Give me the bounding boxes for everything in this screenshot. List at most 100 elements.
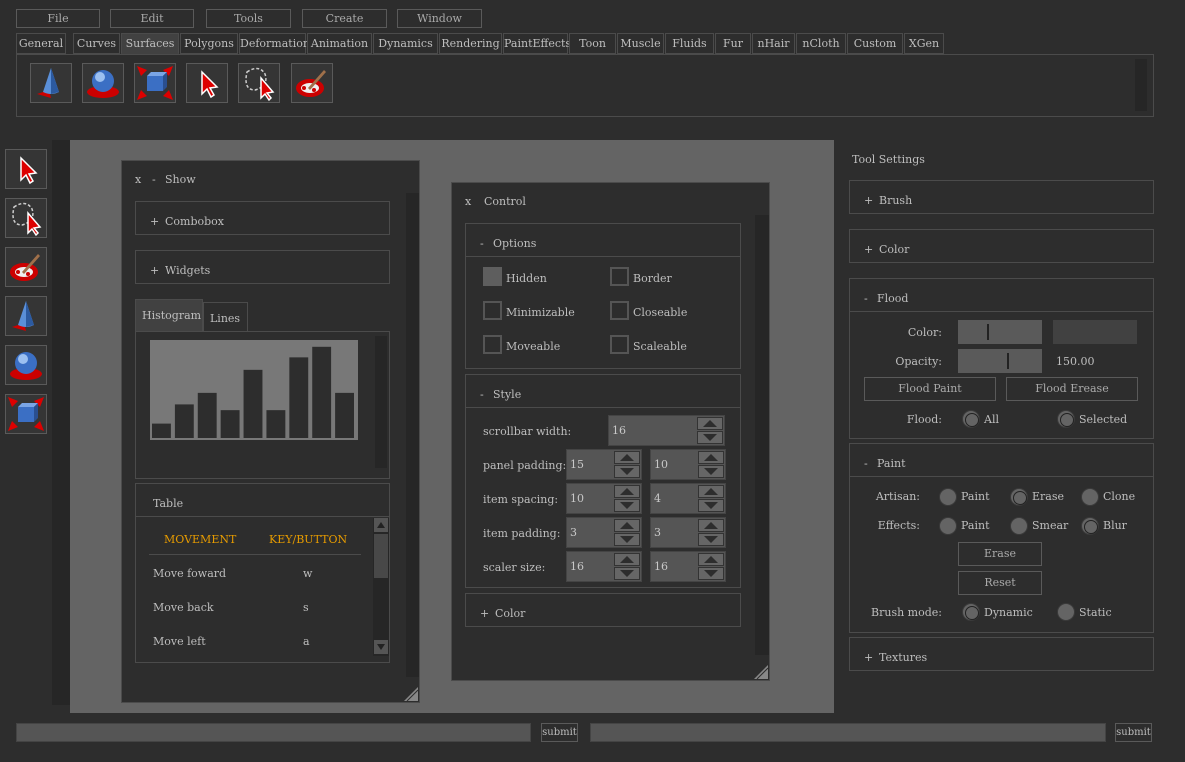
erase-button[interactable]: Erase (958, 542, 1042, 566)
slider-knob[interactable] (1007, 353, 1009, 369)
scroll-down-icon[interactable] (374, 640, 388, 654)
resize-grip-icon[interactable] (404, 687, 418, 701)
show-minimize-button[interactable]: - (152, 173, 156, 186)
panel-padding-x-field[interactable]: 15 (566, 449, 642, 480)
lasso-select-icon[interactable] (5, 198, 47, 238)
stepper-down-icon[interactable] (698, 533, 724, 546)
tab-surfaces[interactable]: Surfaces (121, 33, 179, 54)
flood-paint-button[interactable]: Flood Paint (864, 377, 996, 401)
tab-animation[interactable]: Animation (307, 33, 372, 54)
scroll-up-icon[interactable] (374, 518, 388, 532)
panel-padding-y-field[interactable]: 10 (650, 449, 726, 480)
stepper-down-icon[interactable] (614, 533, 640, 546)
item-spacing-y-stepper[interactable] (698, 484, 724, 513)
combobox-section[interactable]: + Combobox (135, 201, 390, 235)
control-color-toggle[interactable]: + (480, 607, 489, 620)
brush-section[interactable]: + Brush (849, 180, 1154, 214)
item-padding-x-field[interactable]: 3 (566, 517, 642, 548)
flood-color-slider[interactable] (958, 320, 1042, 344)
stepper-down-icon[interactable] (614, 567, 640, 580)
flood-all-radio[interactable] (962, 410, 980, 428)
tab-general[interactable]: General (16, 33, 66, 54)
color-toggle[interactable]: + (864, 243, 873, 256)
item-spacing-x-field[interactable]: 10 (566, 483, 642, 514)
minimizable-checkbox[interactable] (483, 301, 502, 320)
show-scrollbar[interactable] (406, 193, 419, 677)
tab-fluids[interactable]: Fluids (665, 33, 714, 54)
combobox-toggle[interactable]: + (150, 215, 159, 228)
brush-mode-dynamic-radio[interactable] (962, 603, 980, 621)
select-arrow-icon[interactable] (186, 63, 228, 103)
stepper-up-icon[interactable] (614, 553, 640, 566)
stepper-up-icon[interactable] (698, 451, 724, 464)
lasso-select-icon[interactable] (238, 63, 280, 103)
table-row[interactable]: Move left a (136, 625, 366, 659)
tab-rendering[interactable]: Rendering (439, 33, 502, 54)
artisan-erase-radio[interactable] (1010, 488, 1028, 506)
brush-mode-static-radio[interactable] (1057, 603, 1075, 621)
paint-toggle[interactable]: - (864, 457, 868, 470)
table-scrollbar[interactable] (373, 518, 389, 656)
cube-scale-icon[interactable] (134, 63, 176, 103)
stepper-up-icon[interactable] (698, 485, 724, 498)
scaler-size-y-field[interactable]: 16 (650, 551, 726, 582)
tab-painteffects[interactable]: PaintEffects (503, 33, 571, 54)
chart-scrollbar[interactable] (375, 336, 387, 468)
closeable-checkbox[interactable] (610, 301, 629, 320)
menu-create[interactable]: Create (302, 9, 387, 28)
style-toggle[interactable]: - (480, 388, 484, 401)
tab-xgen[interactable]: XGen (904, 33, 944, 54)
stepper-down-icon[interactable] (614, 499, 640, 512)
hidden-checkbox[interactable] (483, 267, 502, 286)
tab-nhair[interactable]: nHair (752, 33, 795, 54)
submit-button-right[interactable]: submit (1115, 723, 1152, 742)
table-row[interactable]: Move foward w (136, 557, 366, 591)
stepper-down-icon[interactable] (698, 499, 724, 512)
paint-brush-icon[interactable] (291, 63, 333, 103)
scrollbar-width-field[interactable]: 16 (608, 415, 725, 446)
flood-toggle[interactable]: - (864, 292, 868, 305)
artisan-paint-radio[interactable] (939, 488, 957, 506)
flood-color-swatch[interactable] (1053, 320, 1137, 344)
tab-curves[interactable]: Curves (73, 33, 120, 54)
show-close-button[interactable]: x (135, 173, 141, 186)
tab-dynamics[interactable]: Dynamics (373, 33, 438, 54)
scaleable-checkbox[interactable] (610, 335, 629, 354)
widgets-section[interactable]: + Widgets (135, 250, 390, 284)
flood-selected-radio[interactable] (1057, 410, 1075, 428)
artisan-clone-radio[interactable] (1081, 488, 1099, 506)
flood-erase-button[interactable]: Flood Erease (1006, 377, 1138, 401)
stepper-up-icon[interactable] (698, 519, 724, 532)
command-input-left[interactable] (16, 723, 531, 742)
command-input-right[interactable] (590, 723, 1106, 742)
panel-padding-x-stepper[interactable] (614, 450, 640, 479)
scaler-size-x-stepper[interactable] (614, 552, 640, 581)
menu-edit[interactable]: Edit (110, 9, 194, 28)
item-spacing-x-stepper[interactable] (614, 484, 640, 513)
stepper-up-icon[interactable] (614, 451, 640, 464)
stepper-down-icon[interactable] (698, 465, 724, 478)
select-arrow-icon[interactable] (5, 149, 47, 189)
tab-custom[interactable]: Custom (847, 33, 903, 54)
tab-histogram[interactable]: Histogram (135, 299, 203, 332)
item-padding-x-stepper[interactable] (614, 518, 640, 547)
scaler-size-y-stepper[interactable] (698, 552, 724, 581)
submit-button-left[interactable]: submit (541, 723, 578, 742)
resize-grip-icon[interactable] (754, 665, 768, 679)
effects-blur-radio[interactable] (1081, 517, 1099, 535)
stepper-up-icon[interactable] (698, 553, 724, 566)
tab-toon[interactable]: Toon (569, 33, 616, 54)
table-scroll-thumb[interactable] (374, 534, 388, 578)
scaler-size-x-field[interactable]: 16 (566, 551, 642, 582)
brush-toggle[interactable]: + (864, 194, 873, 207)
options-toggle[interactable]: - (480, 237, 484, 250)
reset-button[interactable]: Reset (958, 571, 1042, 595)
cube-scale-icon[interactable] (5, 394, 47, 434)
flood-opacity-slider[interactable] (958, 349, 1042, 373)
stepper-down-icon[interactable] (614, 465, 640, 478)
moveable-checkbox[interactable] (483, 335, 502, 354)
tab-lines[interactable]: Lines (203, 302, 248, 332)
tab-fur[interactable]: Fur (715, 33, 751, 54)
control-close-button[interactable]: x (465, 195, 471, 208)
shelf-scrollbar[interactable] (1135, 59, 1147, 111)
